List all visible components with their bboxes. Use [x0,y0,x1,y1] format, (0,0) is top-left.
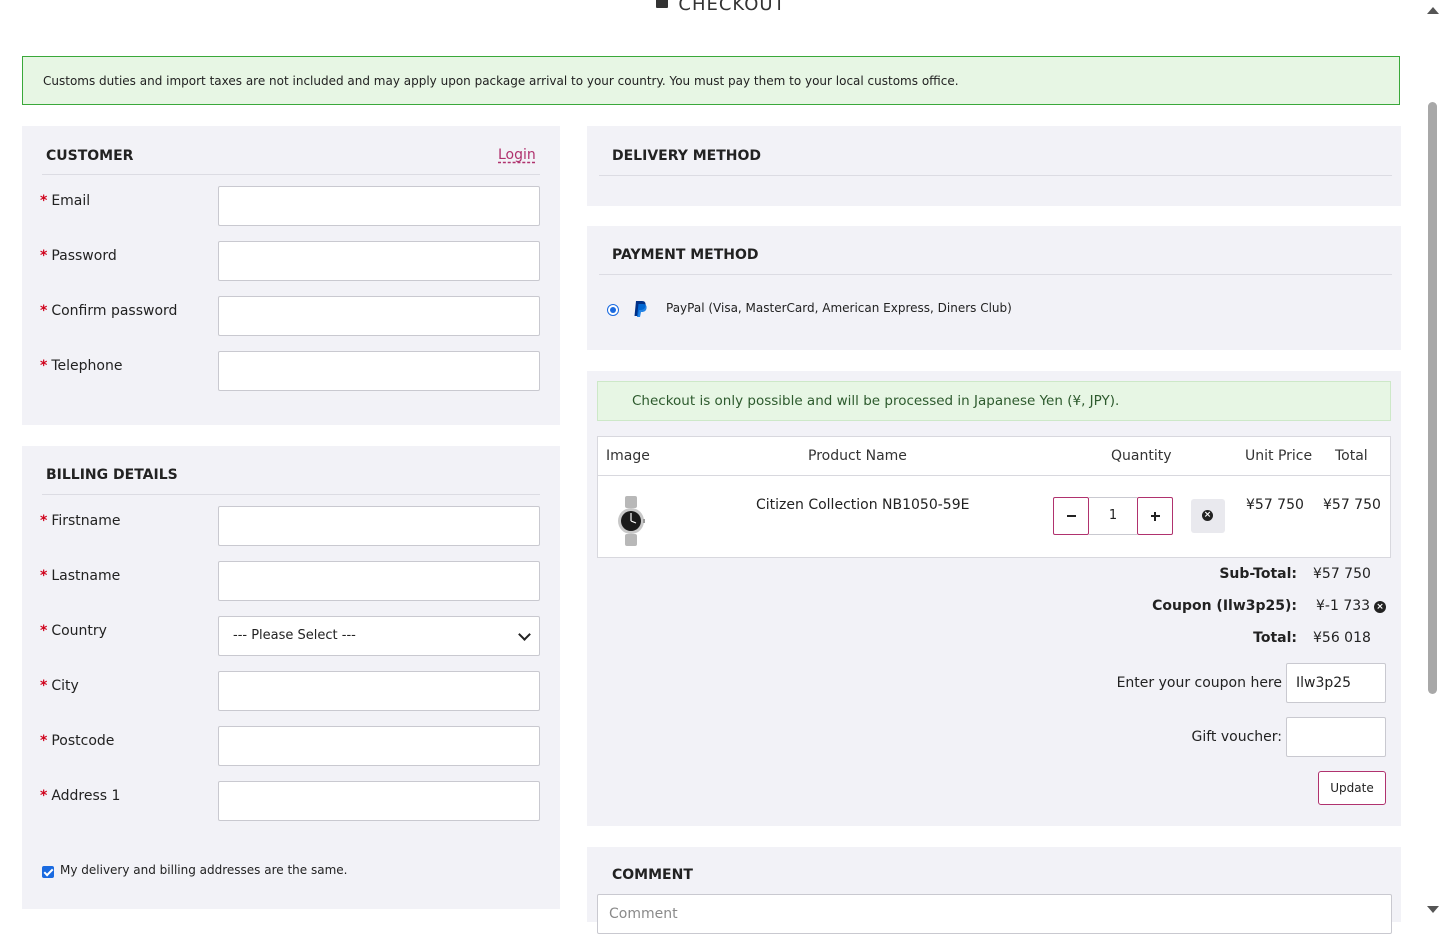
comment-textarea[interactable]: Comment [597,894,1392,934]
customs-notice: Customs duties and import taxes are not … [22,56,1400,105]
remove-item-button[interactable]: × [1191,499,1225,533]
delivery-divider [599,175,1392,176]
lock-icon [656,0,669,8]
same-address-label: My delivery and billing addresses are th… [60,863,348,877]
city-label: * City [40,678,79,694]
remove-coupon-icon[interactable]: × [1374,601,1386,613]
payment-title: PAYMENT METHOD [612,247,759,263]
delivery-panel: DELIVERY METHOD [587,126,1401,206]
comment-title: COMMENT [612,867,693,883]
confirm-password-label: * Confirm password [40,303,178,319]
column-header-product-name: Product Name [808,448,907,464]
billing-panel: BILLING DETAILS * Firstname * Lastname * Co… [22,446,560,909]
country-select[interactable]: --- Please Select --- [218,616,540,656]
table-row: Citizen Collection NB1050-59E 1 × ¥57 75… [598,476,1390,557]
telephone-label: * Telephone [40,358,123,374]
customer-title: CUSTOMER [46,148,134,164]
payment-panel: PAYMENT METHOD PayPal (Visa, MasterCard,… [587,226,1401,350]
column-header-total: Total [1335,448,1368,464]
lastname-field[interactable] [218,561,540,601]
address1-field[interactable] [218,781,540,821]
column-header-quantity: Quantity [1111,448,1172,464]
product-name[interactable]: Citizen Collection NB1050-59E [756,497,969,513]
telephone-field[interactable] [218,351,540,391]
currency-notice: Checkout is only possible and will be pr… [597,381,1391,421]
password-field[interactable] [218,241,540,281]
scroll-up-icon[interactable] [1427,7,1439,14]
coupon-label: Coupon (Ilw3p25): [1152,598,1297,614]
increase-quantity-button[interactable] [1137,497,1173,535]
cart-table: Image Product Name Quantity Unit Price T… [597,436,1391,558]
country-label: * Country [40,623,107,639]
update-button[interactable]: Update [1318,771,1386,805]
gift-voucher-label: Gift voucher: [1191,729,1283,745]
firstname-field[interactable] [218,506,540,546]
quantity-input[interactable]: 1 [1089,497,1137,535]
page-title-text: CHECKOUT [678,0,786,15]
same-address-checkbox[interactable] [42,866,54,878]
country-selected-value: --- Please Select --- [233,628,356,643]
billing-title: BILLING DETAILS [46,467,178,483]
customer-panel: CUSTOMER Login * Email * Password * Confirm… [22,126,560,425]
subtotal-label: Sub-Total: [1219,566,1297,582]
confirm-password-field[interactable] [218,296,540,336]
billing-divider [42,494,540,495]
coupon-value: ¥-1 733 [1316,598,1371,614]
city-field[interactable] [218,671,540,711]
firstname-label: * Firstname [40,513,121,529]
paypal-radio[interactable] [607,304,619,316]
lastname-label: * Lastname [40,568,121,584]
postcode-field[interactable] [218,726,540,766]
email-label: * Email [40,193,91,209]
delivery-title: DELIVERY METHOD [612,148,762,164]
close-icon: × [1202,510,1213,521]
customer-divider [42,174,540,175]
scroll-down-icon[interactable] [1427,906,1439,913]
comment-panel: COMMENT Comment [587,847,1401,934]
total-label: Total: [1253,630,1297,646]
coupon-field-label: Enter your coupon here [1116,675,1282,691]
column-header-unit-price: Unit Price [1245,448,1313,464]
paypal-icon [634,301,647,317]
decrease-quantity-button[interactable] [1053,497,1089,535]
paypal-label: PayPal (Visa, MasterCard, American Expre… [666,301,1012,315]
coupon-input[interactable]: Ilw3p25 [1286,663,1386,703]
page-title: CHECKOUT [0,0,1442,18]
gift-voucher-input[interactable] [1286,717,1386,757]
column-header-image: Image [606,448,650,464]
postcode-label: * Postcode [40,733,115,749]
total-value: ¥56 018 [1313,630,1371,646]
minus-icon [1067,515,1076,517]
email-field[interactable] [218,186,540,226]
line-total: ¥57 750 [1323,497,1381,513]
subtotal-value: ¥57 750 [1313,566,1371,582]
chevron-down-icon [518,628,531,641]
unit-price: ¥57 750 [1246,497,1304,513]
scrollbar-thumb[interactable] [1428,102,1437,694]
password-label: * Password [40,248,117,264]
watch-image [618,496,645,546]
address1-label: * Address 1 [40,788,121,804]
login-link[interactable]: Login [498,147,536,163]
payment-divider [599,274,1392,275]
cart-panel: Checkout is only possible and will be pr… [587,371,1401,826]
